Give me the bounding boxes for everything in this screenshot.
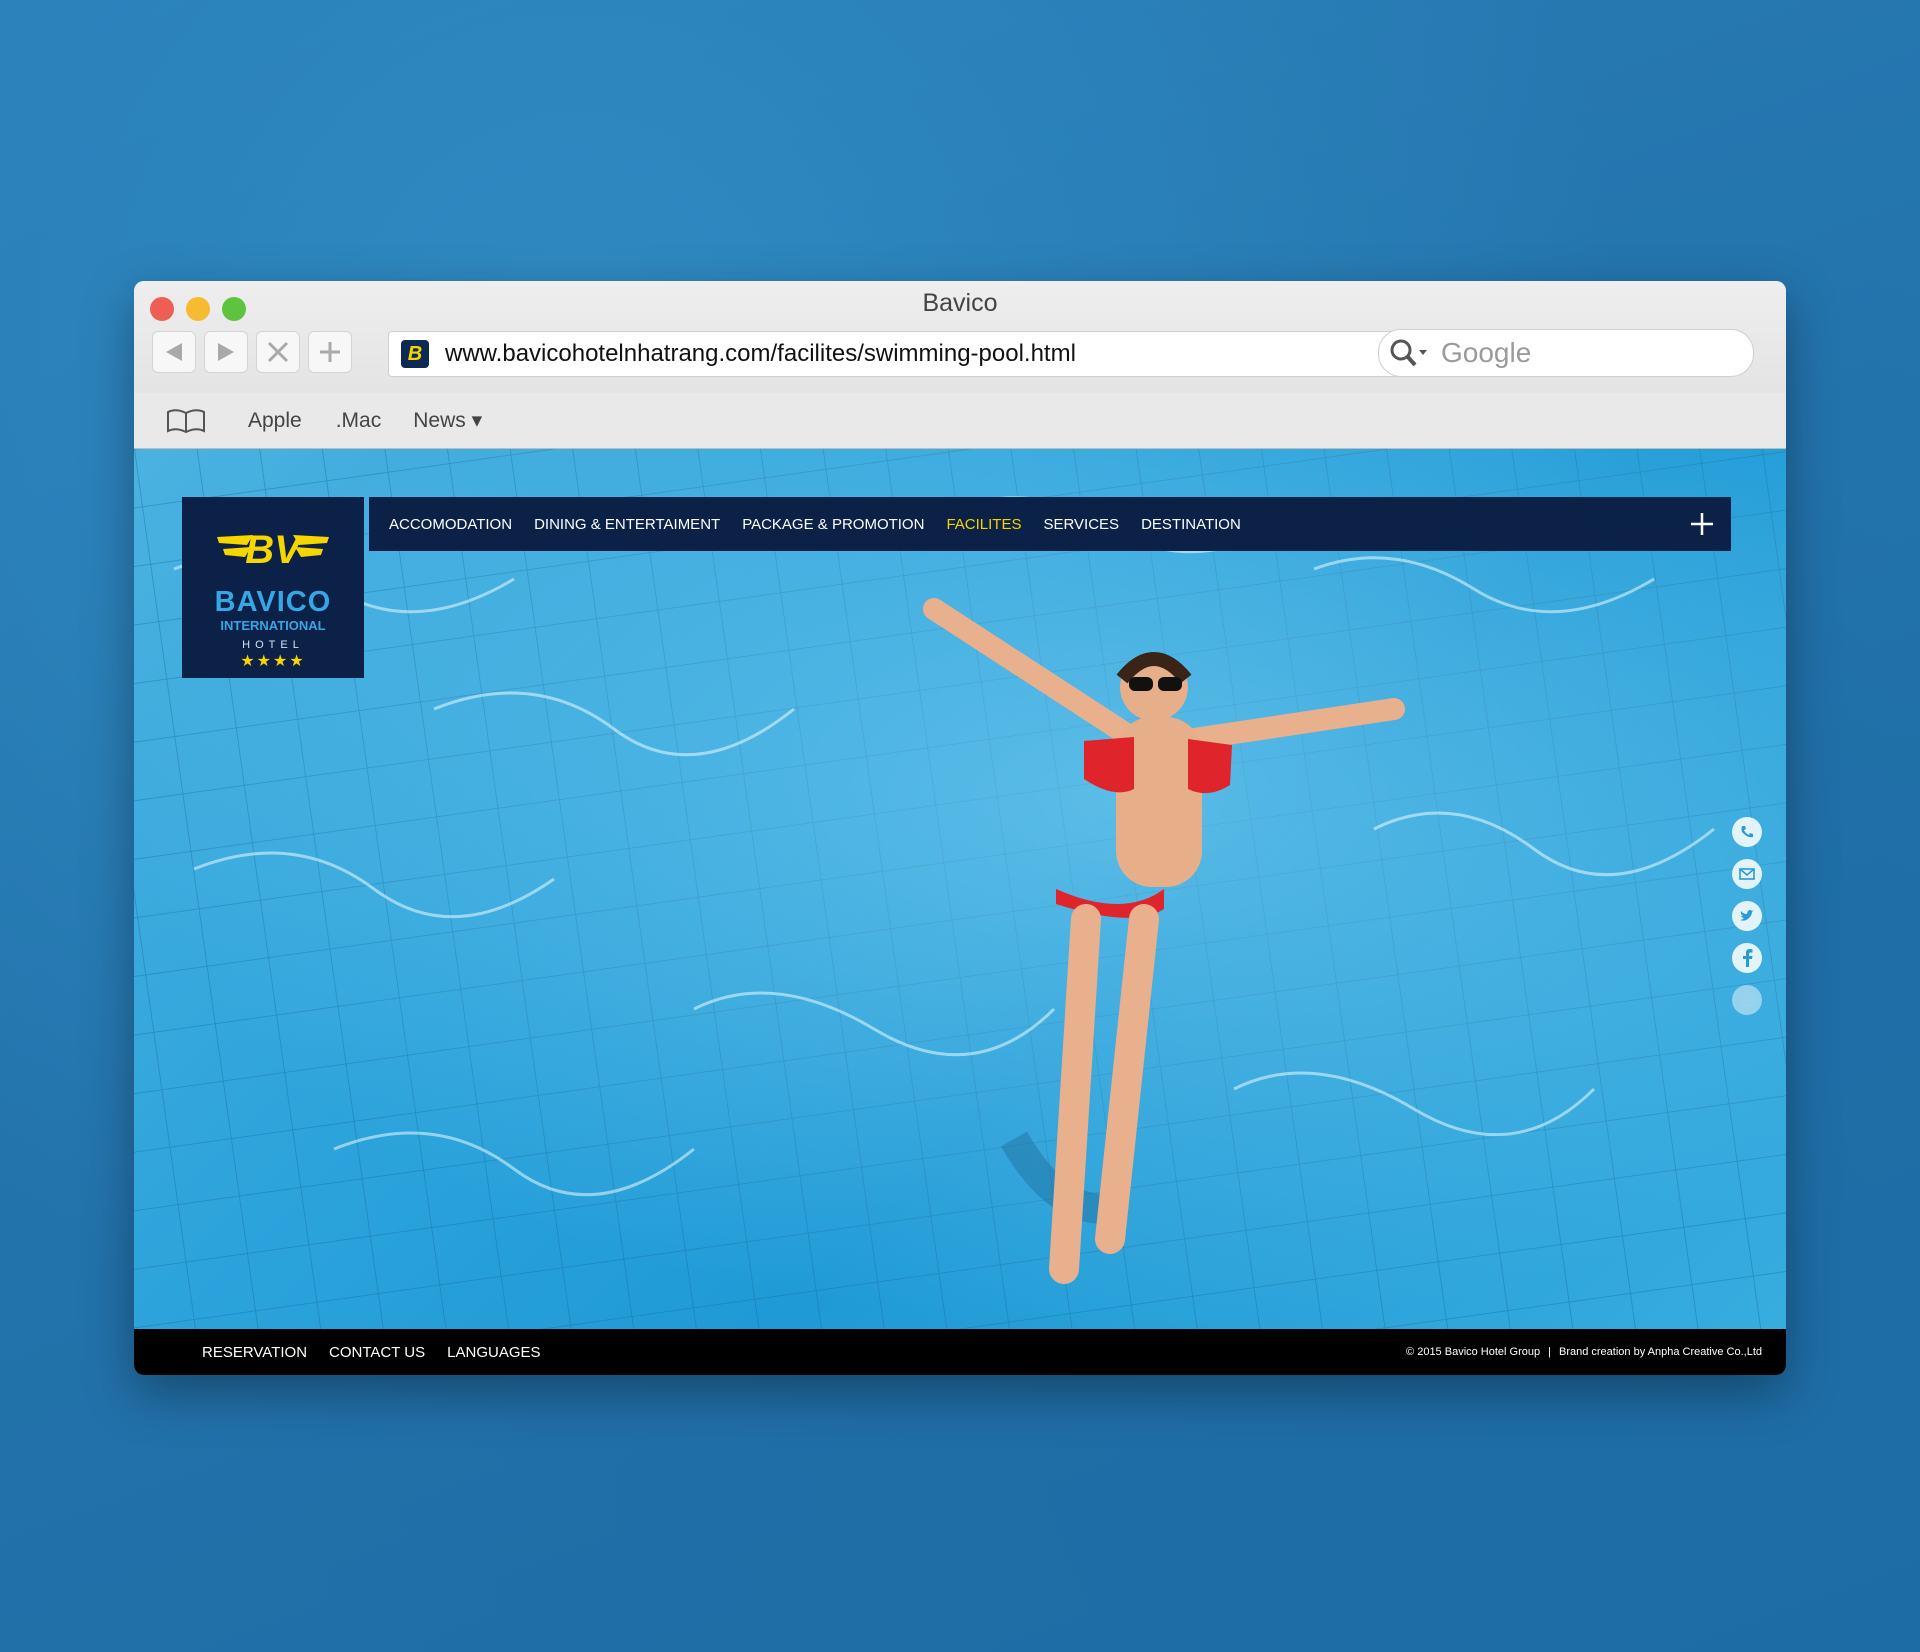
address-bar[interactable]: B www.bavicohotelnhatrang.com/facilites/… <box>388 331 1468 377</box>
credit-text[interactable]: Brand creation by Anpha Creative Co.,Ltd <box>1559 1346 1762 1358</box>
bookmark-news[interactable]: News ▾ <box>413 408 482 433</box>
brand-stars: ★★★★ <box>240 653 306 670</box>
footer-contact-link[interactable]: CONTACT US <box>329 1344 425 1361</box>
facebook-icon[interactable] <box>1732 943 1762 973</box>
social-links <box>1732 817 1762 1015</box>
back-arrow-icon <box>166 343 182 361</box>
search-placeholder: Google <box>1441 337 1532 368</box>
nav-package[interactable]: PACKAGE & PROMOTION <box>731 516 935 533</box>
pool-photo-background <box>134 449 1786 1329</box>
site-favicon: B <box>401 340 429 368</box>
window-title: Bavico <box>922 289 998 317</box>
forward-arrow-icon <box>218 343 234 361</box>
footer-copyright: © 2015 Bavico Hotel Group | Brand creati… <box>1406 1329 1762 1375</box>
search-field[interactable]: Google <box>1378 329 1754 377</box>
footer-reservation-link[interactable]: RESERVATION <box>202 1344 307 1361</box>
brand-hotel-label: HOTEL <box>242 639 304 651</box>
nav-dining[interactable]: DINING & ENTERTAIMENT <box>523 516 731 533</box>
globe-icon[interactable] <box>1732 985 1762 1015</box>
nav-facilities[interactable]: FACILITES <box>935 516 1032 533</box>
plus-icon <box>320 342 340 362</box>
footer-links: RESERVATION CONTACT US LANGUAGES <box>202 1329 541 1375</box>
browser-toolbar: Bavico B www.bavicohotelnhatrang.com/fac… <box>134 281 1786 394</box>
twitter-icon[interactable] <box>1732 901 1762 931</box>
email-icon[interactable] <box>1732 859 1762 889</box>
bookmarks-bar: Apple .Mac News ▾ <box>134 393 1786 449</box>
bookmarks-book-icon[interactable] <box>166 408 206 434</box>
phone-icon[interactable] <box>1732 817 1762 847</box>
stop-icon <box>267 341 289 363</box>
brand-name: BAVICO <box>214 586 332 618</box>
main-navigation: ACCOMODATION DINING & ENTERTAIMENT PACKA… <box>369 497 1731 551</box>
menu-plus-icon[interactable] <box>1687 509 1717 539</box>
footer-separator: | <box>1548 1346 1551 1358</box>
bookmark-apple[interactable]: Apple <box>248 409 302 433</box>
nav-services[interactable]: SERVICES <box>1032 516 1130 533</box>
nav-accommodation[interactable]: ACCOMODATION <box>369 516 523 533</box>
url-text[interactable]: www.bavicohotelnhatrang.com/facilites/sw… <box>445 340 1076 368</box>
site-logo[interactable]: BV BAVICO INTERNATIONAL HOTEL ★★★★ <box>182 497 364 678</box>
search-icon <box>1390 339 1427 367</box>
wings-logo-icon: BV <box>217 528 329 572</box>
browser-window: Bavico B www.bavicohotelnhatrang.com/fac… <box>134 281 1786 1375</box>
nav-destination[interactable]: DESTINATION <box>1130 516 1252 533</box>
back-button[interactable] <box>152 331 196 373</box>
forward-button[interactable] <box>204 331 248 373</box>
page-content: BV BAVICO INTERNATIONAL HOTEL ★★★★ ACCOM… <box>134 449 1786 1329</box>
brand-subtitle: INTERNATIONAL <box>220 618 326 633</box>
copyright-text: © 2015 Bavico Hotel Group <box>1406 1346 1541 1358</box>
svg-text:BV: BV <box>245 528 304 571</box>
navigation-buttons <box>152 331 352 373</box>
stop-button[interactable] <box>256 331 300 373</box>
footer-languages-link[interactable]: LANGUAGES <box>447 1344 540 1361</box>
bookmark-mac[interactable]: .Mac <box>336 409 382 433</box>
site-footer: RESERVATION CONTACT US LANGUAGES © 2015 … <box>134 1329 1786 1375</box>
new-tab-button[interactable] <box>308 331 352 373</box>
